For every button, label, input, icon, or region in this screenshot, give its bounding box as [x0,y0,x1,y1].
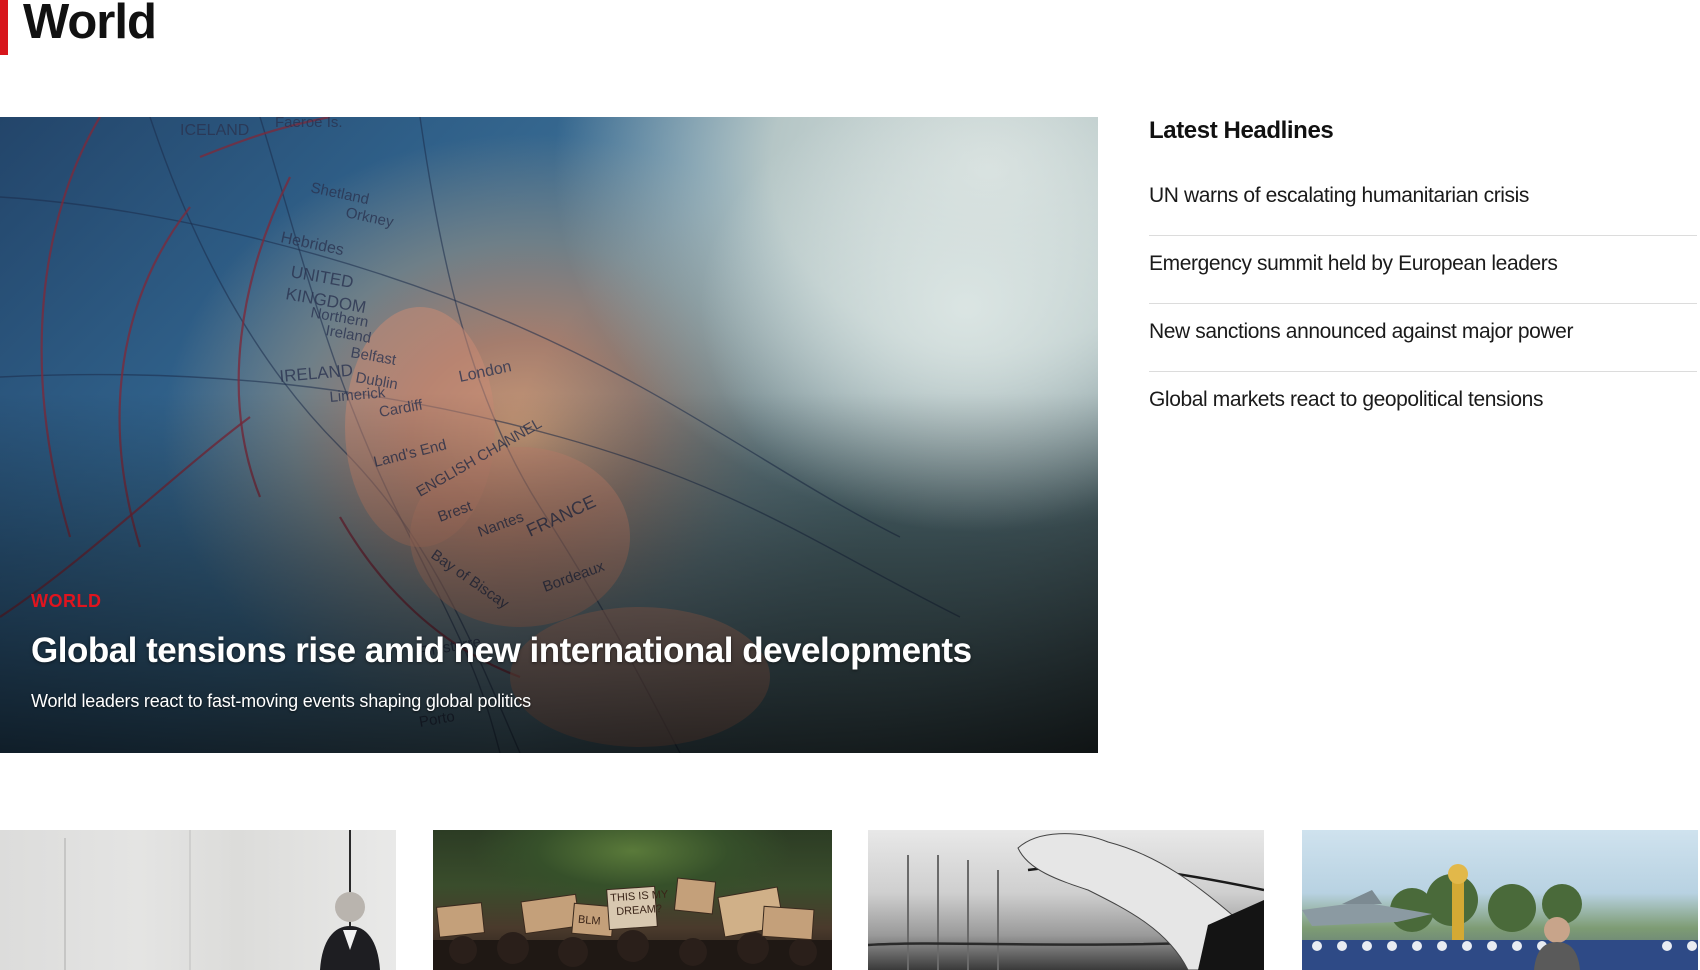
headline-link[interactable]: Emergency summit held by European leader… [1149,236,1697,304]
story-tile[interactable] [1302,830,1698,970]
hero-content: WORLD Global tensions rise amid new inte… [31,591,1067,713]
section-accent-bar [0,0,8,55]
svg-text:Shetland: Shetland [309,179,370,208]
latest-headlines-list: UN warns of escalating humanitarian cris… [1149,182,1697,439]
barbed-wire-hand-image [868,833,1264,970]
headline-link[interactable]: Global markets react to geopolitical ten… [1149,372,1697,439]
page: World ICELAND Faeroe Is. Shetland Orkney… [0,0,1700,970]
hero-subtitle: World leaders react to fast-moving event… [31,690,531,711]
svg-text:BLM: BLM [577,914,601,928]
protest-crowd-image: BLM THIS IS MY DREAM? [433,877,832,970]
speaker-at-podium-image [64,830,380,970]
story-tile[interactable] [868,830,1264,970]
story-tiles: BLM THIS IS MY DREAM? [0,830,1700,970]
headline-link[interactable]: New sanctions announced against major po… [1149,304,1697,372]
svg-text:Orkney: Orkney [344,204,395,231]
svg-text:ICELAND: ICELAND [180,122,249,139]
section-header: World [0,0,157,55]
military-ceremony-image [1302,864,1698,970]
hero-headline[interactable]: Global tensions rise amid new internatio… [31,630,1067,672]
latest-headlines: Latest Headlines UN warns of escalating … [1149,117,1697,439]
hero-category-tag[interactable]: WORLD [31,591,101,612]
story-tile[interactable]: BLM THIS IS MY DREAM? [433,830,832,970]
svg-text:Faeroe Is.: Faeroe Is. [275,117,343,131]
headline-link[interactable]: UN warns of escalating humanitarian cris… [1149,182,1697,236]
latest-headlines-title: Latest Headlines [1149,117,1334,144]
section-title: World [23,0,157,49]
story-tile[interactable] [0,830,396,970]
hero-story[interactable]: ICELAND Faeroe Is. Shetland Orkney Hebri… [0,117,1098,753]
svg-text:Hebrides: Hebrides [279,229,345,259]
